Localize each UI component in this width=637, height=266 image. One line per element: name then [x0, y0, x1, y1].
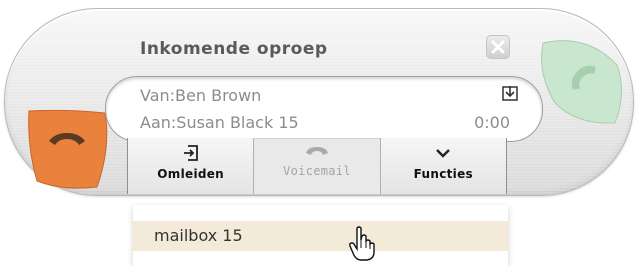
call-timer: 0:00 [474, 113, 510, 132]
forward-in-icon [183, 145, 198, 161]
hand-pointer-icon [348, 226, 376, 266]
close-button[interactable] [486, 35, 510, 59]
forward-label: Omleiden [157, 167, 225, 181]
phone-answer-icon [541, 40, 622, 124]
dropdown-item-label: mailbox 15 [154, 226, 243, 245]
call-actions-toolbar: Omleiden Voicemail Functies [127, 138, 507, 194]
voicemail-icon [305, 147, 328, 155]
functions-button[interactable]: Functies [379, 138, 506, 194]
caller-info-panel: Van:Ben Brown Aan:Susan Black 15 0:00 [105, 76, 543, 142]
forward-button[interactable]: Omleiden [128, 138, 254, 194]
voicemail-button[interactable]: Voicemail [253, 138, 380, 194]
dropdown-item-mailbox[interactable]: mailbox 15 [133, 221, 508, 251]
reject-call-button[interactable] [27, 107, 113, 189]
call-title: Inkomende oproep [140, 39, 328, 59]
voicemail-label: Voicemail [283, 164, 351, 178]
close-icon [491, 40, 505, 54]
caller-to: Aan:Susan Black 15 [140, 113, 299, 132]
phone-reject-icon [28, 109, 108, 189]
caller-from: Van:Ben Brown [140, 86, 262, 105]
functions-dropdown: mailbox 15 [133, 205, 508, 266]
chevron-down-icon [436, 149, 451, 158]
functions-label: Functies [413, 167, 473, 181]
download-icon[interactable] [502, 85, 518, 105]
answer-call-button[interactable] [537, 33, 627, 125]
